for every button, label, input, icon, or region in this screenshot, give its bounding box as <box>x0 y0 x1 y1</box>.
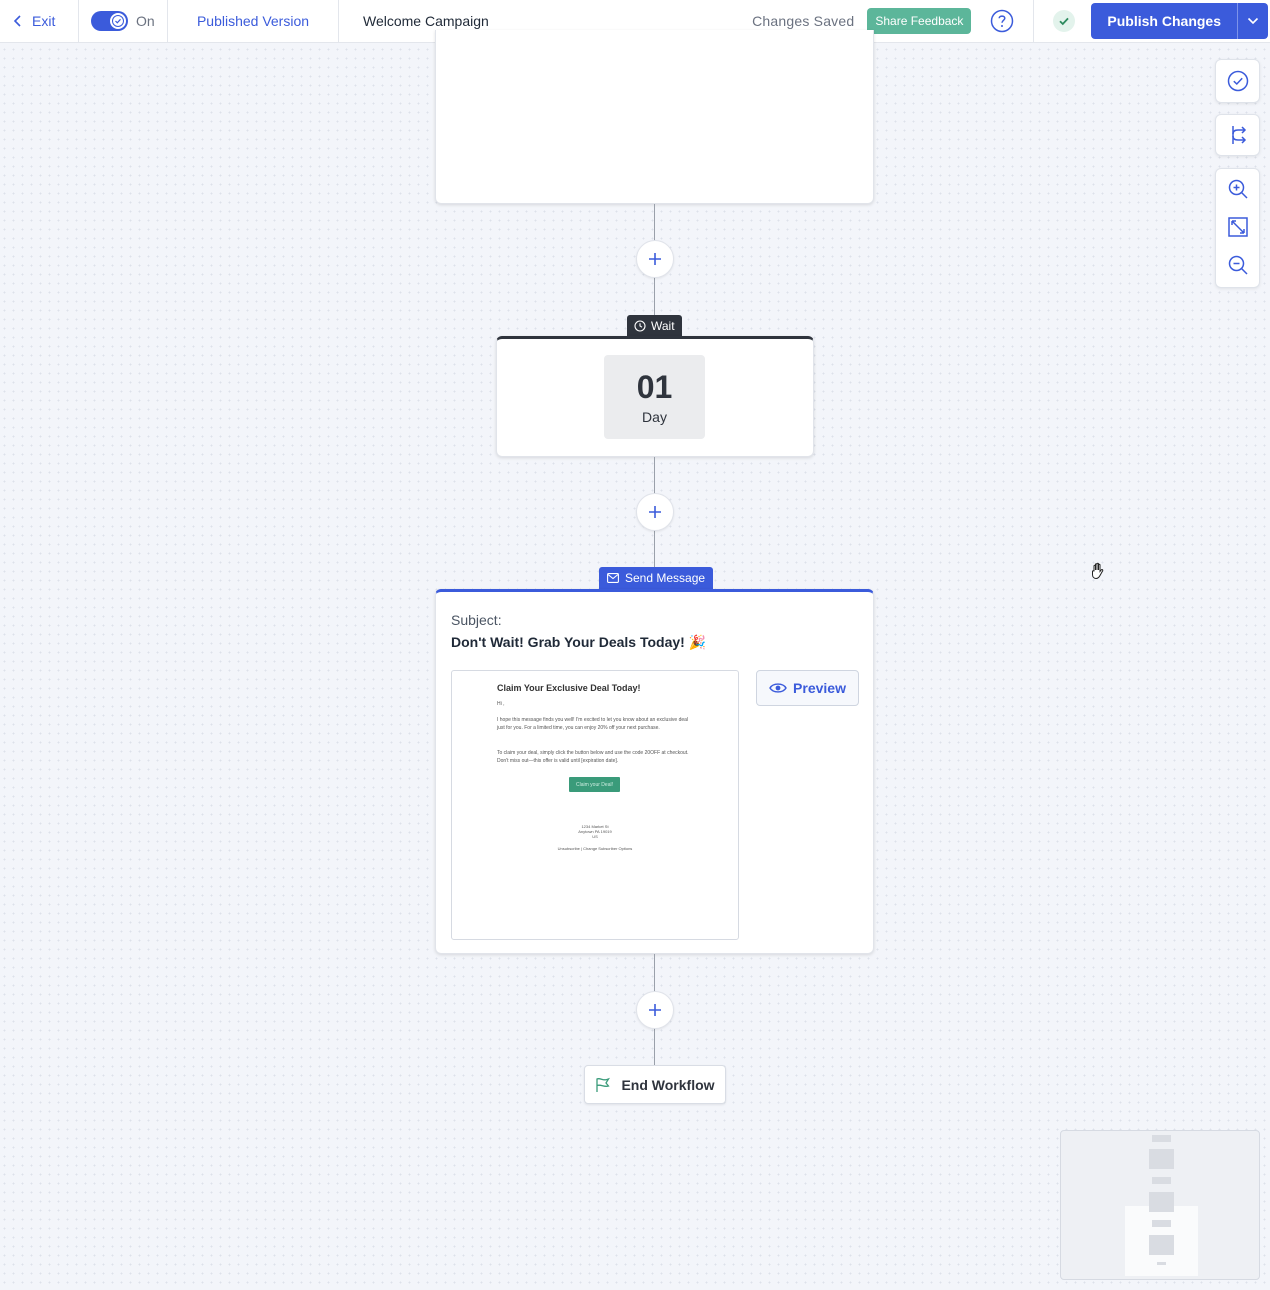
minimap-node <box>1149 1235 1174 1255</box>
wait-step-tag: Wait <box>627 315 682 336</box>
send-message-step-card[interactable]: Subject: Don't Wait! Grab Your Deals Tod… <box>435 589 874 954</box>
zoom-out-button[interactable] <box>1215 246 1260 284</box>
save-status: Changes Saved <box>752 13 855 29</box>
toggle-label: On <box>136 13 155 29</box>
branch-button[interactable] <box>1215 115 1260 155</box>
zoom-out-icon <box>1228 255 1248 275</box>
previous-step-card[interactable] <box>435 30 874 204</box>
chevron-down-icon <box>1247 17 1259 25</box>
fit-screen-button[interactable] <box>1215 208 1260 246</box>
toggle-knob <box>110 13 126 29</box>
minimap-node <box>1149 1192 1174 1212</box>
minimap-node <box>1157 1262 1166 1265</box>
hand-cursor-icon <box>1092 562 1104 580</box>
workflow-toggle-section: On <box>79 0 168 43</box>
share-feedback-button[interactable]: Share Feedback <box>867 8 972 34</box>
zoom-in-icon <box>1228 179 1248 199</box>
publish-changes-button[interactable]: Publish Changes <box>1091 3 1237 39</box>
branch-tool-box <box>1215 114 1260 156</box>
check-circle-icon <box>1053 10 1076 32</box>
email-thumbnail[interactable]: Claim Your Exclusive Deal Today! Hi , I … <box>451 670 739 940</box>
subject-text: Don't Wait! Grab Your Deals Today! 🎉 <box>451 634 707 650</box>
email-paragraph: To claim your deal, simply click the but… <box>497 750 689 764</box>
wait-tag-label: Wait <box>651 318 675 333</box>
divider <box>1033 0 1035 43</box>
eye-icon <box>769 683 787 693</box>
workflow-toggle[interactable] <box>91 11 128 31</box>
email-paragraph: I hope this message finds you well! I'm … <box>497 717 689 731</box>
publish-options-dropdown[interactable] <box>1237 3 1268 39</box>
flag-icon <box>596 1077 611 1092</box>
clock-icon <box>634 319 646 332</box>
wait-amount: 01 <box>636 369 673 405</box>
branch-icon <box>1231 126 1246 144</box>
subject-label: Subject: <box>451 612 502 628</box>
chevron-left-icon <box>13 15 21 27</box>
email-title: Claim Your Exclusive Deal Today! <box>497 683 641 693</box>
mail-icon <box>607 573 619 583</box>
zoom-in-button[interactable] <box>1215 170 1260 208</box>
validate-tool-box <box>1215 59 1260 103</box>
minimap-node <box>1149 1149 1174 1169</box>
send-message-tag-label: Send Message <box>625 571 706 585</box>
minimap-node <box>1152 1135 1171 1142</box>
check-icon <box>112 15 124 27</box>
send-message-step-tag: Send Message <box>599 567 714 589</box>
question-circle-icon[interactable] <box>990 9 1014 33</box>
exit-label: Exit <box>32 13 56 29</box>
published-version-link[interactable]: Published Version <box>168 0 339 43</box>
wait-unit: Day <box>642 409 667 425</box>
add-step-button[interactable] <box>636 493 674 531</box>
minimap-node <box>1152 1220 1171 1227</box>
minimap-node <box>1152 1177 1171 1184</box>
preview-button[interactable]: Preview <box>756 670 859 706</box>
plus-icon <box>649 1004 661 1016</box>
email-greeting: Hi , <box>497 701 505 707</box>
email-address-line: US <box>592 834 598 839</box>
end-workflow-node[interactable]: End Workflow <box>584 1065 726 1104</box>
add-step-button[interactable] <box>636 991 674 1029</box>
validate-button[interactable] <box>1215 60 1260 102</box>
preview-label: Preview <box>793 680 846 696</box>
email-cta-button: Claim your Deal! <box>569 777 620 792</box>
fit-screen-icon <box>1227 217 1248 237</box>
email-footer-links: Unsubscribe | Change Subscriber Options <box>557 846 633 851</box>
check-circle-icon <box>1227 70 1248 92</box>
wait-step-card[interactable]: 01 Day <box>496 336 814 457</box>
end-workflow-label: End Workflow <box>621 1076 715 1093</box>
plus-icon <box>649 253 661 265</box>
wait-duration: 01 Day <box>604 355 705 439</box>
add-step-button[interactable] <box>636 240 674 278</box>
plus-icon <box>649 506 661 518</box>
zoom-tool-box <box>1215 168 1260 288</box>
minimap[interactable] <box>1060 1130 1260 1280</box>
exit-button[interactable]: Exit <box>0 0 79 43</box>
